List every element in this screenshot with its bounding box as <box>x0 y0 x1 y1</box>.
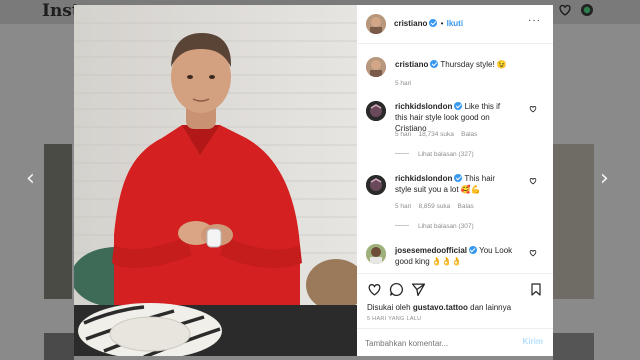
comment-likes[interactable]: 8,859 suka <box>419 203 451 210</box>
comment-username[interactable]: richkidslondon <box>395 102 452 111</box>
heart-icon[interactable] <box>367 282 382 297</box>
verified-badge-icon <box>430 60 439 68</box>
background-post-tile <box>44 333 74 360</box>
share-icon[interactable] <box>411 282 426 297</box>
comment-avatar[interactable] <box>366 175 386 195</box>
view-replies-button[interactable]: Lihat balasan (327) <box>395 151 474 158</box>
view-replies-button[interactable]: Lihat balasan (307) <box>395 223 474 230</box>
more-options-icon[interactable]: ··· <box>528 15 541 26</box>
likes-suffix: dan lainnya <box>470 303 512 312</box>
comment-age: 5 hari <box>395 131 412 138</box>
post-details-panel: cristiano • Ikuti ··· cristiano Thursday… <box>357 5 553 356</box>
comment-likes[interactable]: 18,734 suka <box>419 131 454 138</box>
verified-badge-icon <box>429 19 438 27</box>
replies-divider <box>395 225 409 226</box>
chevron-right-icon[interactable]: › <box>600 168 609 190</box>
caption-author-avatar[interactable] <box>366 57 386 77</box>
reply-button[interactable]: Balas <box>461 131 477 138</box>
likes-summary: Disukai oleh gustavo.tattoo dan lainnya <box>367 303 511 312</box>
verified-badge-icon <box>454 174 463 182</box>
verified-badge-icon <box>454 102 463 110</box>
comment-meta: 5 hari 18,734 suka Balas <box>395 131 477 138</box>
bookmark-icon[interactable] <box>529 282 543 297</box>
add-comment-bar: Kirim <box>357 328 553 357</box>
view-replies-label: Lihat balasan (307) <box>418 223 474 230</box>
background-post-tile <box>44 144 72 299</box>
submit-comment-button[interactable]: Kirim <box>523 337 543 346</box>
likes-user[interactable]: gustavo.tattoo <box>413 303 468 312</box>
caption-username[interactable]: cristiano <box>395 60 428 69</box>
background-post-tile <box>553 144 594 299</box>
comment-age: 5 hari <box>395 203 412 210</box>
background-post-tile <box>553 333 594 360</box>
author-line: cristiano • Ikuti <box>394 18 463 29</box>
comment-avatar[interactable] <box>366 101 386 121</box>
profile-avatar-icon[interactable] <box>580 3 594 17</box>
post-photo[interactable] <box>74 5 357 356</box>
verified-badge-icon <box>469 246 478 254</box>
heart-nav-icon[interactable] <box>558 3 572 17</box>
post-header: cristiano • Ikuti ··· <box>357 5 553 44</box>
follow-button[interactable]: Ikuti <box>447 19 463 28</box>
comment-icon[interactable] <box>389 282 404 297</box>
comment-meta: 5 hari 8,859 suka Balas <box>395 203 474 210</box>
comment-like-heart-icon[interactable] <box>529 249 537 257</box>
caption-age: 5 hari <box>395 80 412 87</box>
view-replies-label: Lihat balasan (327) <box>418 151 474 158</box>
comment-avatar[interactable] <box>366 244 386 264</box>
reply-button[interactable]: Balas <box>458 203 474 210</box>
comment-username[interactable]: richkidslondon <box>395 174 452 183</box>
likes-prefix: Disukai oleh <box>367 303 411 312</box>
separator-dot: • <box>440 19 444 28</box>
author-avatar[interactable] <box>366 14 386 34</box>
post-actions: Disukai oleh gustavo.tattoo dan lainnya … <box>357 273 553 357</box>
comment-like-heart-icon[interactable] <box>529 177 537 185</box>
caption-text: Thursday style! 😉 <box>440 60 507 69</box>
post-timestamp[interactable]: 5 HARI YANG LALU <box>367 316 421 322</box>
comment-input[interactable] <box>365 336 505 350</box>
chevron-left-icon[interactable]: ‹ <box>26 168 35 190</box>
comment-like-heart-icon[interactable] <box>529 105 537 113</box>
replies-divider <box>395 153 409 154</box>
comment-username[interactable]: josesemedoofficial <box>395 246 467 255</box>
author-username[interactable]: cristiano <box>394 19 427 28</box>
